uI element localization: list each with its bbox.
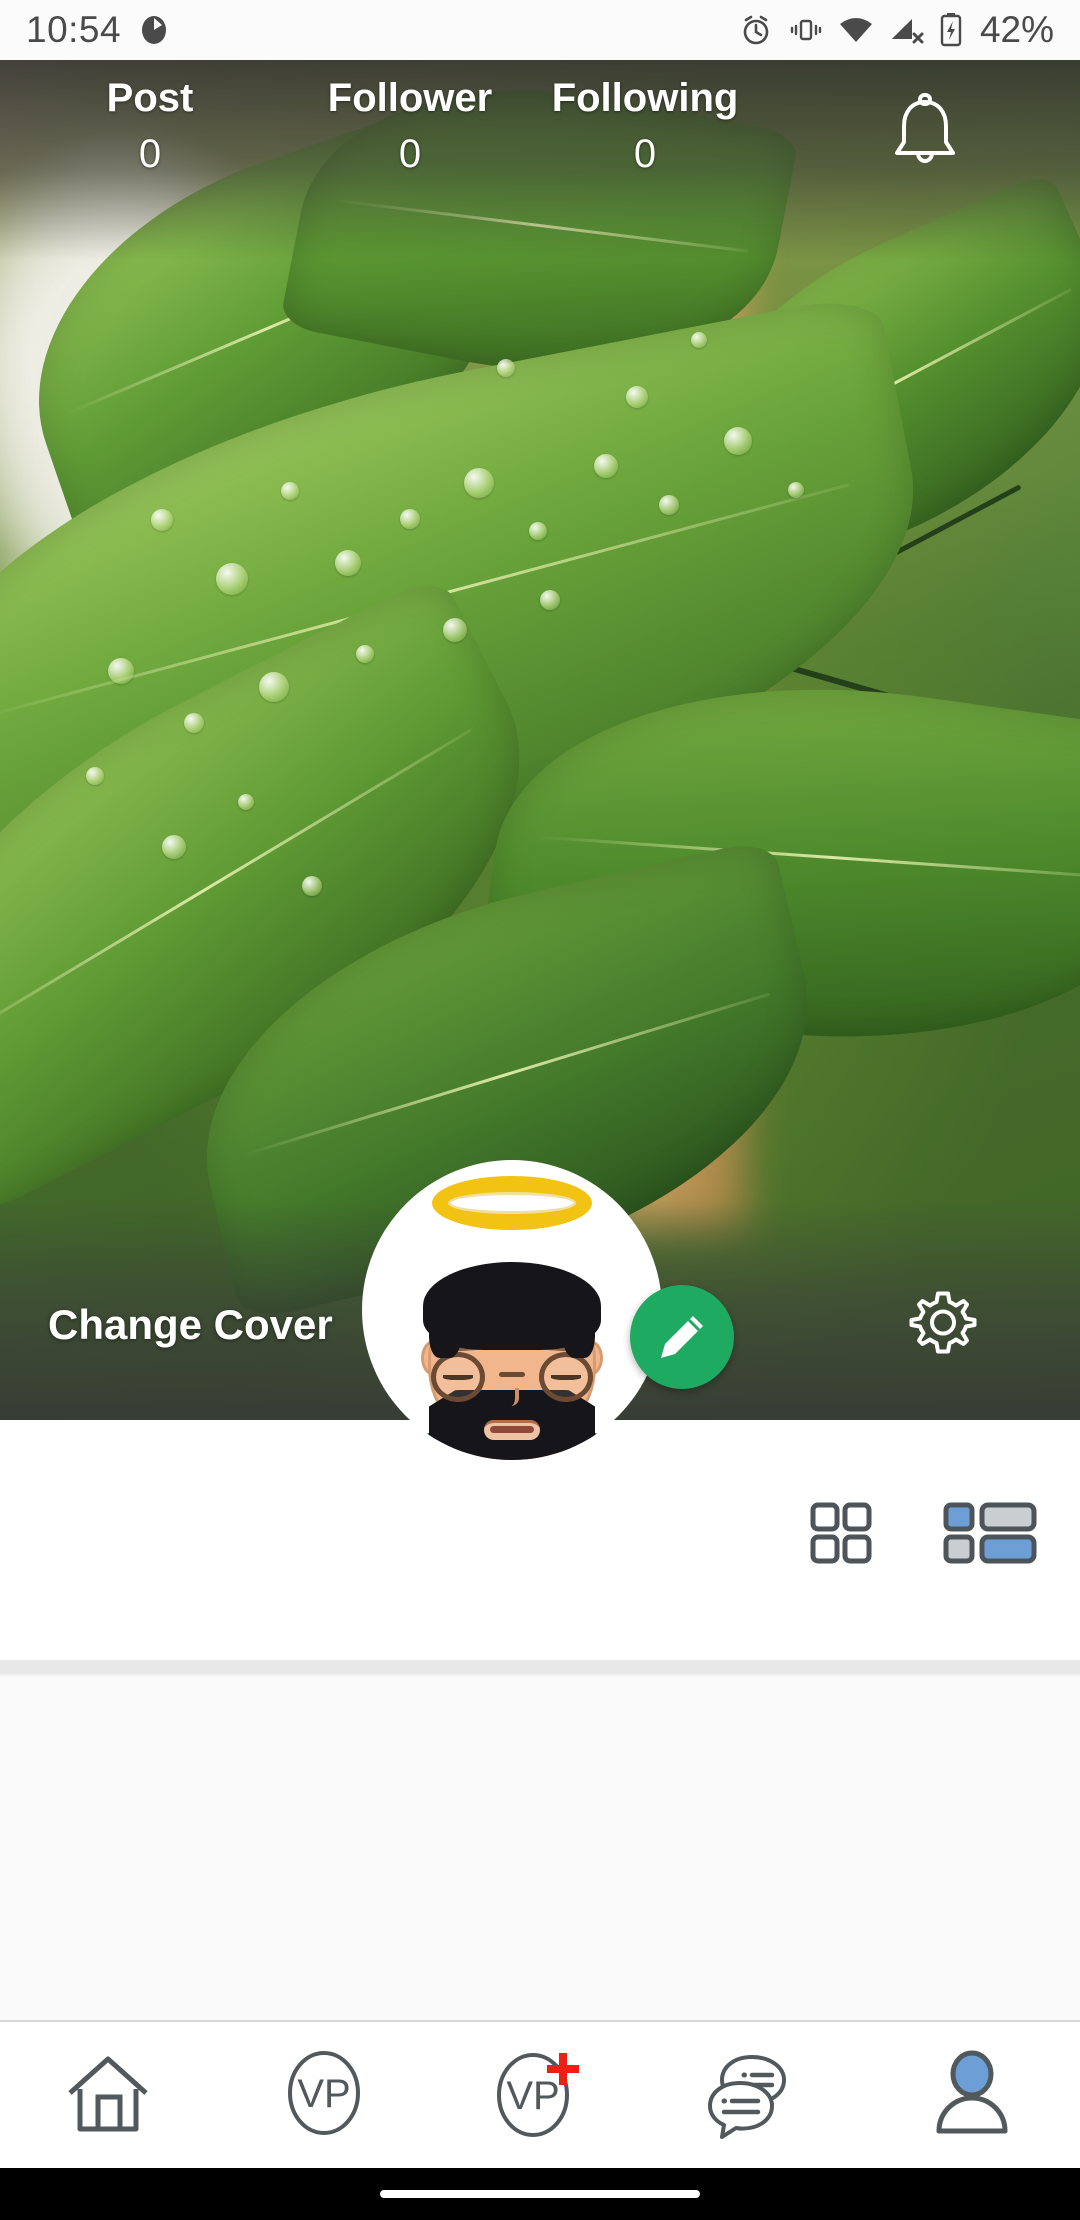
vp-circle-icon: VP (276, 2045, 372, 2146)
vp-circle-plus-icon: VP (485, 2045, 595, 2146)
pencil-icon (661, 1316, 703, 1358)
grid-view-toggle[interactable] (808, 1500, 874, 1571)
settings-button[interactable] (906, 1286, 980, 1365)
nav-vp-label: VP (297, 2072, 350, 2116)
stat-post-value: 0 (138, 132, 162, 176)
nav-profile[interactable] (864, 2022, 1080, 2168)
list-icon (943, 1502, 1037, 1564)
stat-follower-value: 0 (398, 132, 422, 176)
gesture-navigation-bar (0, 2168, 1080, 2220)
halo-icon (432, 1176, 592, 1230)
gear-icon (909, 1291, 977, 1354)
notification-button[interactable] (770, 76, 1080, 174)
avatar[interactable] (362, 1160, 662, 1460)
nav-vp-add-label: VP (506, 2074, 559, 2118)
wifi-icon (839, 18, 872, 42)
stat-following-value: 0 (633, 132, 657, 176)
stat-post[interactable]: Post 0 (0, 76, 300, 177)
battery-percent: 42% (979, 9, 1054, 50)
stat-follower-label: Follower (327, 76, 493, 120)
stat-post-label: Post (106, 76, 194, 120)
nav-vp[interactable]: VP (216, 2022, 432, 2168)
home-icon (68, 2056, 148, 2132)
status-bar-right: 42% (738, 9, 1054, 51)
bottom-navigation: VP VP (0, 2020, 1080, 2168)
list-view-toggle[interactable] (942, 1500, 1038, 1571)
grid-icon (810, 1502, 872, 1564)
avatar-face (403, 1248, 621, 1460)
nav-home[interactable] (0, 2022, 216, 2168)
nav-chat[interactable] (648, 2022, 864, 2168)
edit-profile-button[interactable] (630, 1285, 734, 1389)
vibrate-icon (790, 19, 822, 41)
profile-stats-row: Post 0 Follower 0 Following 0 (0, 60, 1080, 250)
stat-following[interactable]: Following 0 (520, 76, 770, 177)
alarm-icon (743, 15, 769, 45)
bell-icon (895, 93, 955, 163)
view-toggle-group (808, 1500, 1038, 1571)
status-time: 10:54 (26, 9, 122, 50)
nav-vp-add[interactable]: VP (432, 2022, 648, 2168)
signal-off-icon (891, 19, 924, 44)
phone-screen: 10:54 42% Post 0 Follower 0 Following 0 … (0, 0, 1080, 2220)
change-cover-button[interactable]: Change Cover (48, 1301, 333, 1349)
location-icon (142, 16, 167, 44)
chat-bubbles-icon (708, 2055, 786, 2139)
gesture-pill[interactable] (380, 2190, 700, 2198)
stat-follower[interactable]: Follower 0 (300, 76, 520, 177)
person-icon (936, 2050, 1008, 2134)
status-bar-left: 10:54 (26, 9, 171, 51)
status-bar: 10:54 42% (0, 0, 1080, 60)
stat-following-label: Following (551, 76, 739, 120)
section-divider (0, 1660, 1080, 1674)
battery-charging-icon (940, 13, 962, 47)
posts-content-area (0, 1674, 1080, 2040)
